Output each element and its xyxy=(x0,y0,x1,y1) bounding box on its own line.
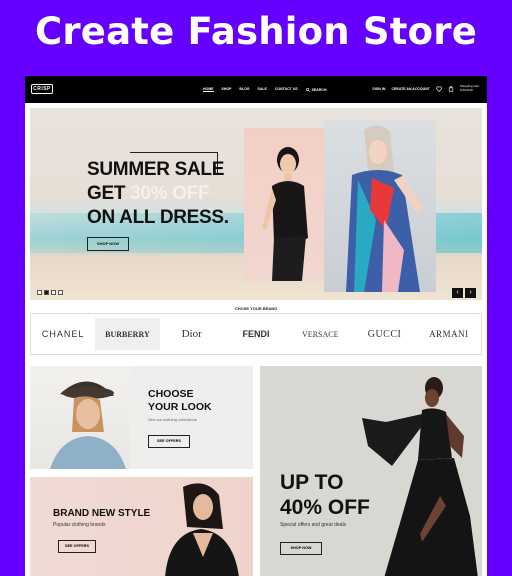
hero-title-line1: SUMMER SALE xyxy=(87,159,225,180)
top-navbar: CRISP HOME SHOP BLOG SALE CONTACT US SEA… xyxy=(25,76,487,103)
store-preview: CRISP HOME SHOP BLOG SALE CONTACT US SEA… xyxy=(25,76,487,576)
heart-icon[interactable] xyxy=(435,86,442,92)
slide-dot-2[interactable] xyxy=(44,290,49,295)
account-area: SIGN IN CREATE AN ACCOUNT Shopping Cart … xyxy=(372,84,479,92)
slide-dot-3[interactable] xyxy=(51,290,56,295)
brand-chanel[interactable]: CHANEL xyxy=(31,318,95,350)
promo-card-choose-look: CHOOSE YOUR LOOK See our clothing collec… xyxy=(30,366,253,469)
page-headline: Create Fashion Store xyxy=(35,10,477,53)
promo2-model-photo xyxy=(165,483,239,576)
store-logo[interactable]: CRISP xyxy=(31,84,53,94)
promo2-title: BRAND NEW STYLE xyxy=(53,508,151,519)
slider-arrows: ‹ › xyxy=(452,288,476,298)
promo1-title: CHOOSE YOUR LOOK xyxy=(148,388,212,413)
promo1-subtitle: See our clothing collections xyxy=(148,417,197,422)
main-menu: HOME SHOP BLOG SALE CONTACT US SEARCH xyxy=(203,87,326,92)
brand-armani[interactable]: ARMANI xyxy=(417,318,481,350)
promo2-subtitle: Popular clothing brands xyxy=(53,522,106,528)
promo-card-brand-new-style: BRAND NEW STYLE Popular clothing brands … xyxy=(30,477,253,576)
promo3-title: UP TO 40% OFF xyxy=(280,471,370,519)
cart-summary[interactable]: Shopping Cart 0,00 EUR xyxy=(459,84,479,92)
search-label: SEARCH xyxy=(311,87,327,92)
slide-indicators xyxy=(37,290,63,295)
hero-banner: SUMMER SALE GET 30% OFF ON ALL DRESS. SH… xyxy=(30,108,482,300)
slide-dot-4[interactable] xyxy=(58,290,63,295)
brand-section-caption: CHOSE YOUR BRAND xyxy=(234,306,278,311)
hero-model-photo-2 xyxy=(324,120,436,292)
brand-versace[interactable]: VERSACE xyxy=(288,318,352,350)
menu-item-contact[interactable]: CONTACT US xyxy=(275,87,298,92)
hero-discount: 30% OFF xyxy=(130,183,210,204)
promo1-see-offers-button[interactable]: SEE OFFERS xyxy=(148,435,190,448)
promo3-shop-now-button[interactable]: SHOP NOW xyxy=(280,542,322,555)
hero-title: SUMMER SALE GET 30% OFF ON ALL DRESS. xyxy=(87,158,229,230)
cart-icon[interactable] xyxy=(448,85,454,92)
hero-model-photo-1 xyxy=(244,128,324,281)
brand-fendi[interactable]: FENDI xyxy=(224,318,288,350)
promo1-model-photo xyxy=(30,366,130,469)
slide-dot-1[interactable] xyxy=(37,290,42,295)
menu-item-blog[interactable]: BLOG xyxy=(239,87,249,92)
menu-item-shop[interactable]: SHOP xyxy=(222,87,232,92)
promo3-subtitle: Special offers and great deals xyxy=(280,522,347,528)
shop-now-button[interactable]: SHOP NOW xyxy=(87,237,129,251)
brand-gucci[interactable]: GUCCI xyxy=(352,318,416,350)
menu-item-sale[interactable]: SALE xyxy=(258,87,267,92)
hero-title-line2: GET 30% OFF xyxy=(87,183,210,204)
search-icon xyxy=(305,87,310,92)
prev-slide-button[interactable]: ‹ xyxy=(452,288,463,298)
brand-burberry[interactable]: BURBERRY xyxy=(95,318,160,350)
search-link[interactable]: SEARCH xyxy=(305,87,327,92)
create-account-link[interactable]: CREATE AN ACCOUNT xyxy=(391,87,429,91)
brand-dior[interactable]: Dior xyxy=(160,318,224,350)
promo2-see-offers-button[interactable]: SEE OFFERS xyxy=(58,540,96,553)
next-slide-button[interactable]: › xyxy=(465,288,476,298)
menu-item-home[interactable]: HOME xyxy=(203,87,214,92)
cart-total: 0,00 EUR xyxy=(459,87,473,92)
promo-card-up-to-40-off: UP TO 40% OFF Special offers and great d… xyxy=(260,366,482,576)
brand-selector: CHANEL BURBERRY Dior FENDI VERSACE GUCCI… xyxy=(30,313,482,355)
hero-title-line3: ON ALL DRESS. xyxy=(87,207,229,228)
sign-in-link[interactable]: SIGN IN xyxy=(372,87,385,91)
